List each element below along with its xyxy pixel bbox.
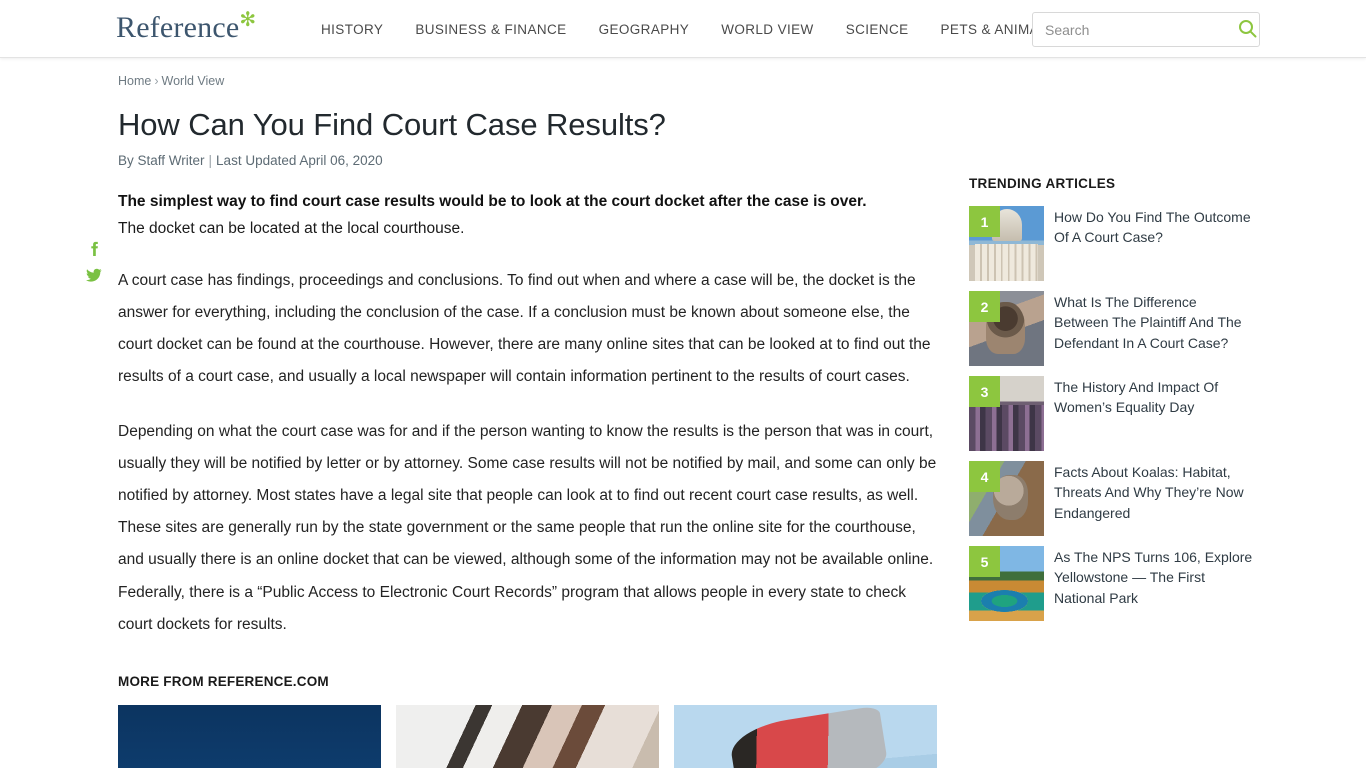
byline-divider: | <box>208 153 213 169</box>
breadcrumb-separator: › <box>154 74 159 88</box>
social-share-rail <box>85 240 109 292</box>
body-paragraph-1: A court case has findings, proceedings a… <box>118 271 931 386</box>
trending-rank-badge-4: 4 <box>969 461 1000 492</box>
sidebar: TRENDING ARTICLES 1 How Do You Find The … <box>969 58 1255 631</box>
trending-item-5[interactable]: 5 As The NPS Turns 106, Explore Yellowst… <box>969 546 1255 621</box>
breadcrumb-world-view[interactable]: World View <box>162 74 225 88</box>
nav-item-science[interactable]: SCIENCE <box>830 22 925 37</box>
twitter-icon[interactable] <box>85 266 105 292</box>
trending-thumbnail-1: 1 <box>969 206 1044 281</box>
trending-title-4[interactable]: Facts About Koalas: Habitat, Threats And… <box>1054 461 1255 536</box>
trending-thumbnail-5: 5 <box>969 546 1044 621</box>
more-card-thumbnail-3[interactable] <box>674 704 937 768</box>
site-logo[interactable]: Reference✻ <box>116 10 256 44</box>
nav-item-geography[interactable]: GEOGRAPHY <box>583 22 706 37</box>
trending-thumbnail-4: 4 <box>969 461 1044 536</box>
trending-item-3[interactable]: 3 The History And Impact Of Women’s Equa… <box>969 376 1255 451</box>
byline: By Staff Writer | Last Updated April 06, 2… <box>118 154 938 168</box>
trending-title-3[interactable]: The History And Impact Of Women’s Equali… <box>1054 376 1255 451</box>
logo-asterisk-icon: ✻ <box>239 9 257 31</box>
lead-paragraph: The simplest way to find court case resu… <box>118 188 938 242</box>
nav-item-business-finance[interactable]: BUSINESS & FINANCE <box>399 22 582 37</box>
trending-rank-badge-5: 5 <box>969 546 1000 577</box>
article-body: The simplest way to find court case resu… <box>118 188 938 641</box>
trending-rank-badge-1: 1 <box>969 206 1000 237</box>
search-input[interactable] <box>1033 13 1236 46</box>
search-button[interactable] <box>1236 13 1259 46</box>
more-from-cards <box>118 704 938 768</box>
trending-item-2[interactable]: 2 What Is The Difference Between The Pla… <box>969 291 1255 366</box>
trending-title-2[interactable]: What Is The Difference Between The Plain… <box>1054 291 1255 366</box>
article-column: Home › World View How Can You Find Court C… <box>86 58 938 768</box>
main-navigation: HISTORY BUSINESS & FINANCE GEOGRAPHY WOR… <box>305 0 1072 58</box>
lead-rest-sentence: The docket can be located at the local c… <box>118 219 465 237</box>
search-icon <box>1238 19 1257 41</box>
trending-rank-badge-3: 3 <box>969 376 1000 407</box>
trending-thumbnail-2: 2 <box>969 291 1044 366</box>
breadcrumb-home[interactable]: Home <box>118 74 151 88</box>
page-title: How Can You Find Court Case Results? <box>118 106 666 142</box>
page-body: Home › World View How Can You Find Court C… <box>0 58 1366 768</box>
trending-item-4[interactable]: 4 Facts About Koalas: Habitat, Threats A… <box>969 461 1255 536</box>
trending-articles-list: 1 How Do You Find The Outcome Of A Court… <box>969 206 1255 621</box>
more-card-thumbnail-1[interactable] <box>118 704 381 768</box>
trending-rank-badge-2: 2 <box>969 291 1000 322</box>
trending-articles-heading: TRENDING ARTICLES <box>969 176 1116 191</box>
search-box <box>1032 12 1260 47</box>
more-card-thumbnail-2[interactable] <box>396 704 659 768</box>
trending-thumbnail-3: 3 <box>969 376 1044 451</box>
more-from-card[interactable] <box>118 704 381 768</box>
trending-title-5[interactable]: As The NPS Turns 106, Explore Yellowston… <box>1054 546 1255 621</box>
body-paragraph-2: Depending on what the court case was for… <box>118 423 937 633</box>
lead-bold-sentence: The simplest way to find court case resu… <box>118 192 867 210</box>
trending-item-1[interactable]: 1 How Do You Find The Outcome Of A Court… <box>969 206 1255 281</box>
trending-title-1[interactable]: How Do You Find The Outcome Of A Court C… <box>1054 206 1255 281</box>
facebook-icon[interactable] <box>85 240 105 266</box>
more-from-heading: MORE FROM REFERENCE.COM <box>118 673 329 689</box>
more-from-card[interactable] <box>674 704 937 768</box>
more-from-card[interactable] <box>396 704 659 768</box>
nav-item-world-view[interactable]: WORLD VIEW <box>705 22 830 37</box>
breadcrumb: Home › World View <box>118 75 938 88</box>
byline-author: By Staff Writer <box>118 153 205 169</box>
byline-date: Last Updated April 06, 2020 <box>216 153 383 169</box>
nav-item-history[interactable]: HISTORY <box>305 22 399 37</box>
logo-text: Reference <box>116 11 240 44</box>
site-header: Reference✻ HISTORY BUSINESS & FINANCE GE… <box>0 0 1366 58</box>
